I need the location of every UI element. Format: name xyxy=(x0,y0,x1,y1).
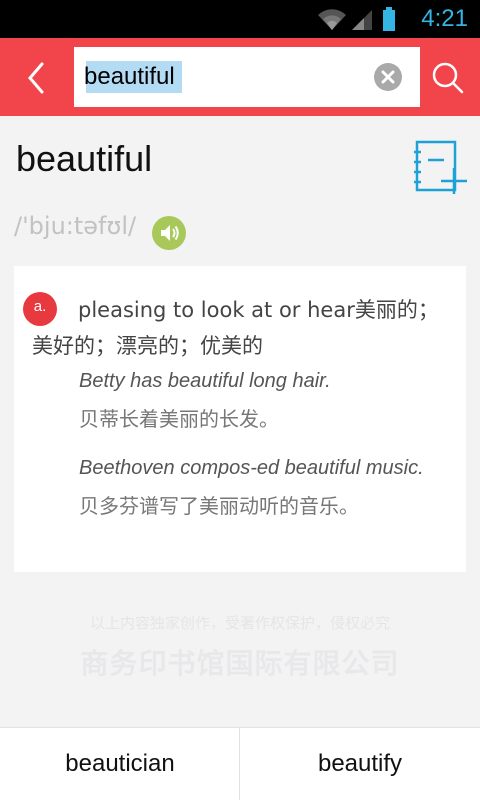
pronounce-button[interactable] xyxy=(152,216,186,250)
battery-icon xyxy=(383,7,395,31)
clear-icon xyxy=(381,70,395,84)
example-sentence-zh: 贝蒂长着美丽的长发。 xyxy=(79,407,279,431)
search-input[interactable] xyxy=(84,59,364,95)
search-box xyxy=(74,47,420,107)
word-header: beautiful /'bju:tәfʊl/ xyxy=(0,116,480,266)
search-button[interactable] xyxy=(428,58,468,98)
speaker-icon xyxy=(161,225,179,241)
example-sentence-en: Betty has beautiful long hair. xyxy=(79,370,331,392)
wifi-icon xyxy=(318,9,346,31)
example-sentence-zh: 贝多芬谱写了美丽动听的音乐。 xyxy=(79,494,359,518)
status-time: 4:21 xyxy=(421,5,468,32)
example-sentence-en: Beethoven compos-ed beautiful music. xyxy=(79,457,424,479)
status-icons xyxy=(318,7,395,31)
add-to-wordbook-icon xyxy=(414,140,467,194)
bottom-navigation: beautician beautify xyxy=(0,727,480,800)
search-icon xyxy=(432,62,464,94)
publisher-name: 商务印书馆国际有限公司 xyxy=(80,647,400,680)
add-to-wordbook-button[interactable] xyxy=(412,140,468,196)
chevron-left-icon xyxy=(28,62,44,94)
previous-word-button[interactable]: beautician xyxy=(0,728,240,800)
status-bar: 4:21 xyxy=(0,0,480,38)
search-toolbar xyxy=(0,38,480,116)
headword: beautiful xyxy=(16,138,153,179)
back-button[interactable] xyxy=(14,56,58,100)
definition-card: a. pleasing to look at or hear美丽的；美好的；漂亮… xyxy=(14,266,466,572)
next-word-button[interactable]: beautify xyxy=(240,728,480,800)
definition-text: pleasing to look at or hear美丽的；美好的；漂亮的；优… xyxy=(32,298,439,358)
clear-button[interactable] xyxy=(374,63,402,91)
copyright-notice: 以上内容独家创作，受著作权保护，侵权必究 xyxy=(89,614,390,632)
phonetic: /'bju:tәfʊl/ xyxy=(14,212,137,240)
signal-icon xyxy=(352,10,372,30)
